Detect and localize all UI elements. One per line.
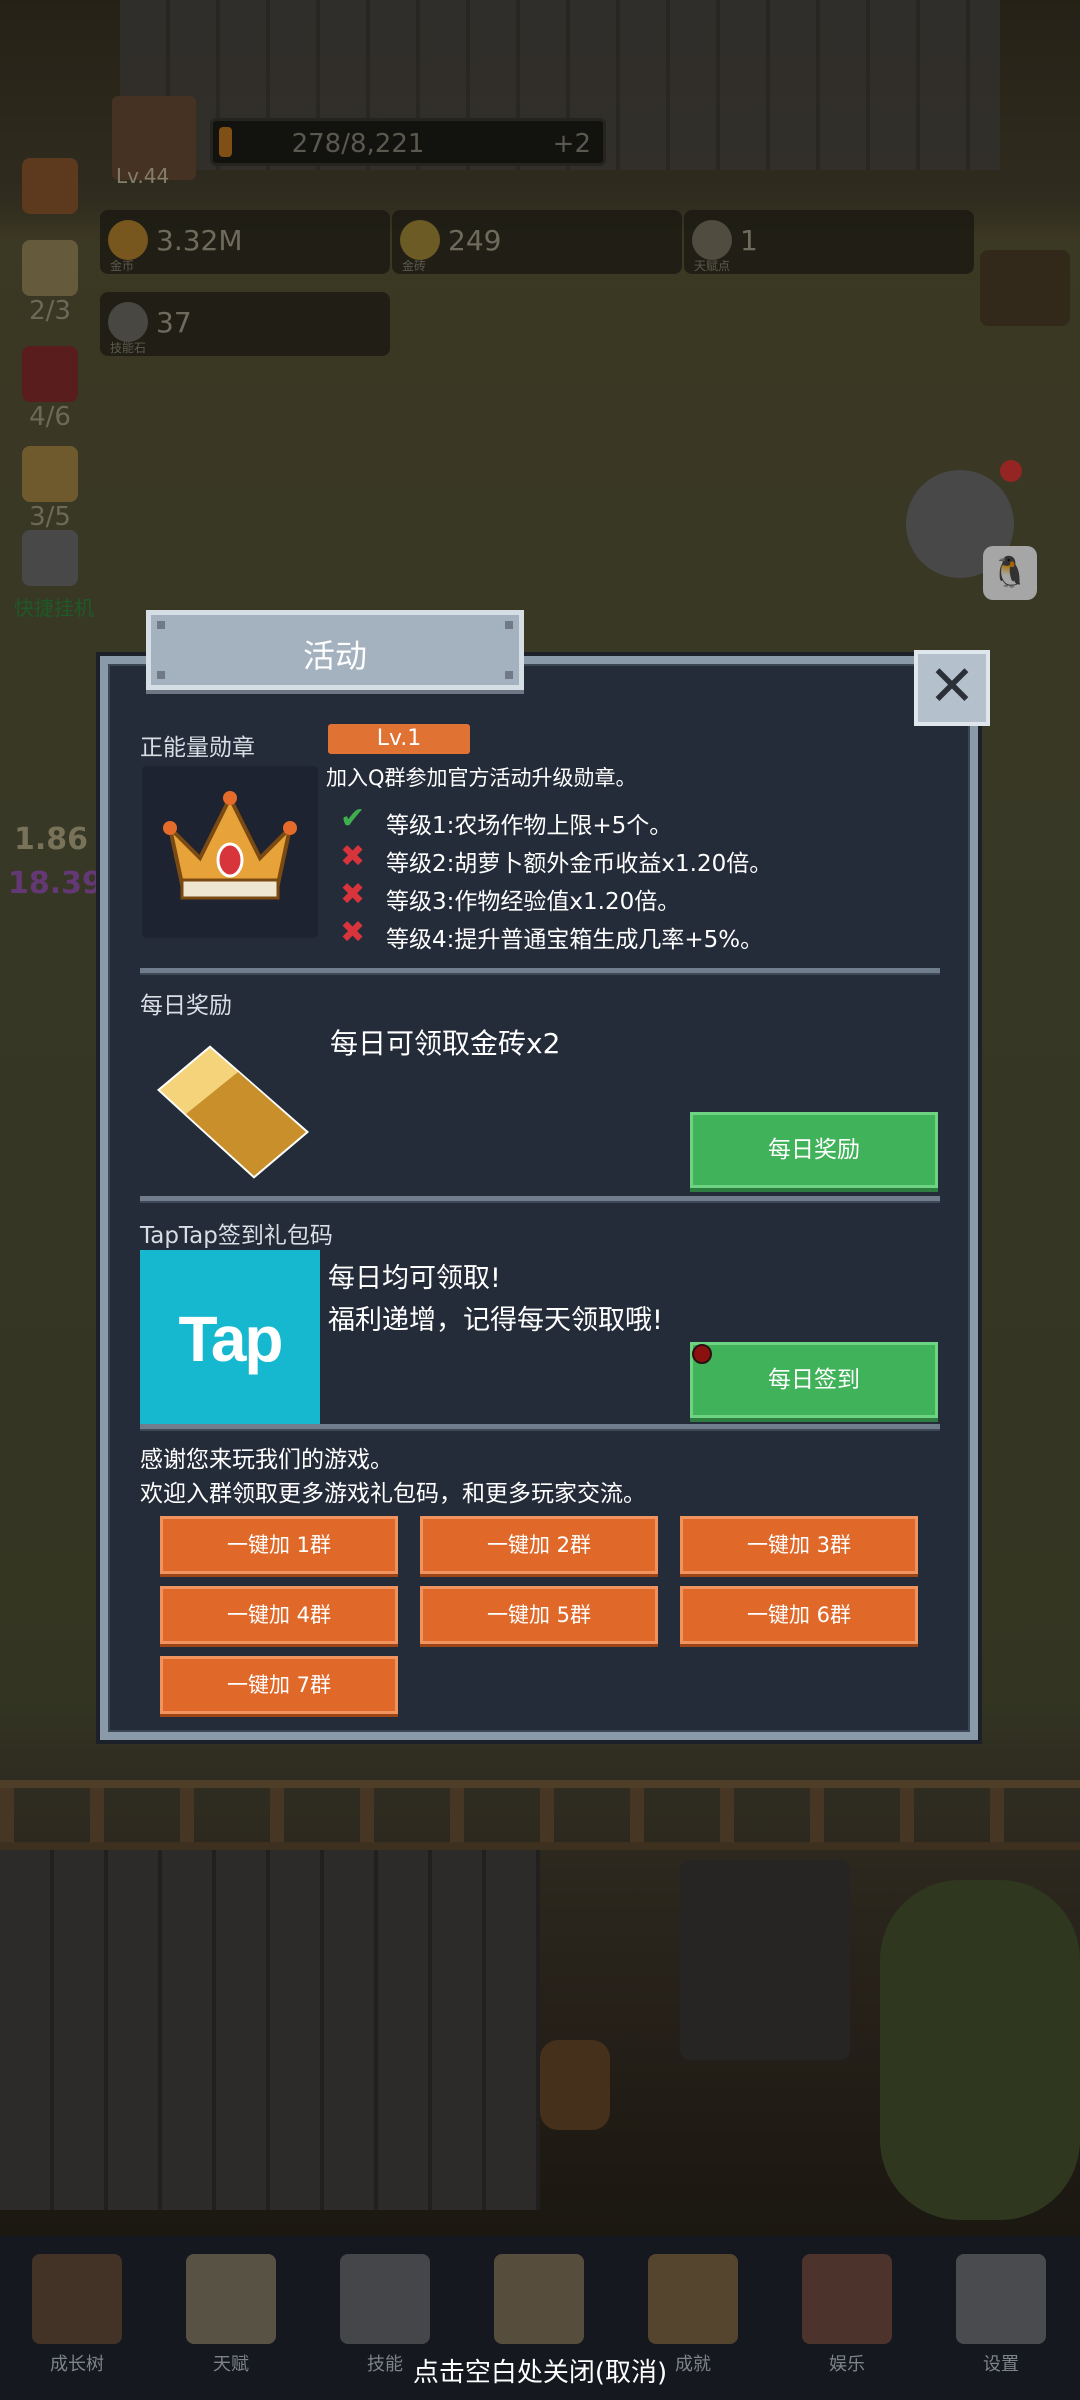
taptap-label: TapTap签到礼包码 [140, 1223, 333, 1249]
section-divider [140, 968, 940, 975]
section-divider [140, 1196, 940, 1203]
section-divider [140, 1424, 940, 1431]
parchment-icon [802, 2254, 892, 2344]
medal-description: 加入Q群参加官方活动升级勋章。 [326, 766, 637, 790]
sword-icon [340, 2254, 430, 2344]
checkin-notification-dot [692, 1344, 712, 1364]
scroll-icon [186, 2254, 276, 2344]
key-icon [648, 2254, 738, 2344]
medal-level-1-text: 等级1:农场作物上限+5个。 [386, 813, 673, 839]
daily-checkin-button[interactable]: 每日签到 [690, 1342, 938, 1418]
join-group-4-button[interactable]: 一键加 4群 [160, 1586, 398, 1644]
taptap-line-2: 福利递增，记得每天领取哦! [328, 1305, 663, 1336]
close-hint[interactable]: 点击空白处关闭(取消) [0, 2352, 1080, 2389]
medal-image [142, 766, 318, 938]
cross-icon: ✖ [340, 877, 366, 912]
check-icon: ✔ [340, 801, 366, 836]
thanks-line-2: 欢迎入群领取更多游戏礼包码，和更多玩家交流。 [140, 1481, 646, 1507]
daily-reward-button[interactable]: 每日奖励 [690, 1112, 938, 1188]
join-group-6-button[interactable]: 一键加 6群 [680, 1586, 918, 1644]
medal-level-badge: Lv.1 [328, 724, 470, 754]
join-group-2-button[interactable]: 一键加 2群 [420, 1516, 658, 1574]
nav-map[interactable] [462, 2254, 616, 2350]
book-icon [32, 2254, 122, 2344]
gold-brick-icon [156, 1045, 310, 1179]
dialog-title: 活动 [302, 637, 367, 675]
join-group-5-button[interactable]: 一键加 5群 [420, 1586, 658, 1644]
cross-icon: ✖ [340, 839, 366, 874]
medal-label: 正能量勋章 [140, 735, 255, 761]
close-button[interactable]: ✕ [914, 650, 990, 726]
dialog-title-tab: 活动 [146, 610, 524, 690]
join-group-7-button[interactable]: 一键加 7群 [160, 1656, 398, 1714]
join-group-1-button[interactable]: 一键加 1群 [160, 1516, 398, 1574]
taptap-logo: Tap [140, 1250, 320, 1428]
daily-reward-text: 每日可领取金砖x2 [330, 1027, 561, 1060]
map-icon [494, 2254, 584, 2344]
crown-medal-icon [163, 791, 297, 900]
medal-level-4-text: 等级4:提升普通宝箱生成几率+5%。 [386, 927, 764, 953]
gear-icon [956, 2254, 1046, 2344]
daily-reward-label: 每日奖励 [140, 993, 232, 1019]
rivet [157, 621, 165, 629]
join-group-3-button[interactable]: 一键加 3群 [680, 1516, 918, 1574]
medal-level-2-text: 等级2:胡萝卜额外金币收益x1.20倍。 [386, 851, 773, 877]
thanks-line-1: 感谢您来玩我们的游戏。 [140, 1447, 393, 1473]
cross-icon: ✖ [340, 915, 366, 950]
medal-level-3-text: 等级3:作物经验值x1.20倍。 [386, 889, 681, 915]
taptap-line-1: 每日均可领取! [328, 1263, 501, 1294]
rivet [505, 621, 513, 629]
